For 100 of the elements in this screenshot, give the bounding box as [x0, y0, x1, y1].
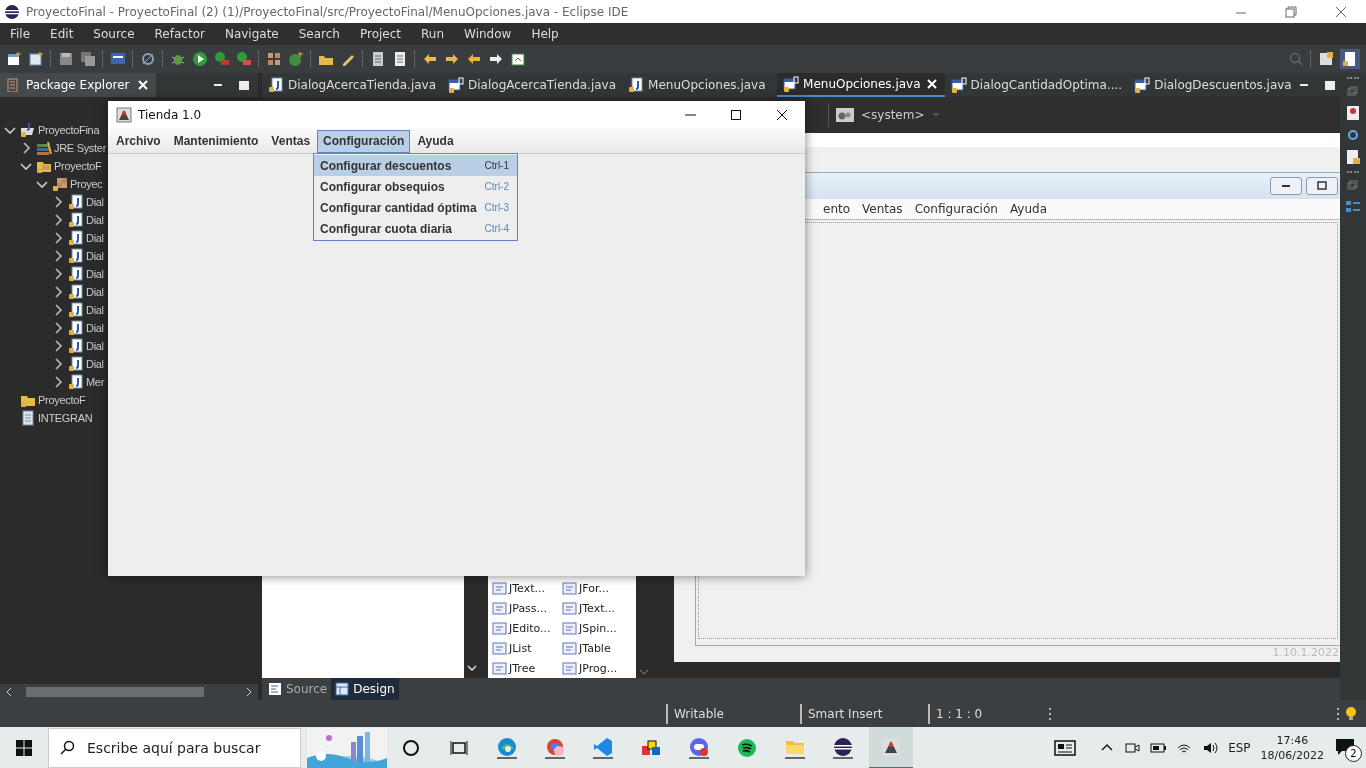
menu-item[interactable]: Archivo	[110, 129, 167, 153]
forward-edit-icon[interactable]	[444, 51, 460, 67]
palette-item[interactable]: JTree	[492, 658, 558, 678]
menu-option[interactable]: Configurar cantidad óptima Ctrl-3	[314, 197, 517, 218]
language-indicator[interactable]: ESP	[1228, 740, 1251, 755]
menu-item[interactable]: Refactor	[146, 27, 213, 41]
editor-tab[interactable]: DialogAcercaTienda.java	[262, 73, 443, 97]
palette-item[interactable]: JPass...	[492, 598, 558, 618]
tree-item[interactable]: Dial	[86, 214, 104, 226]
menu-item[interactable]: Ventas	[862, 202, 903, 216]
editor-tab[interactable]: MenuOpciones.java	[777, 73, 945, 97]
palette-item[interactable]: JTable	[562, 638, 628, 658]
restore-icon[interactable]	[1284, 4, 1298, 19]
terminal-icon[interactable]	[110, 51, 126, 67]
browser-profile-icon[interactable]	[545, 736, 565, 757]
list-icon[interactable]	[392, 51, 408, 67]
menu-item[interactable]: Run	[413, 27, 453, 41]
perspective-icon[interactable]	[1318, 51, 1334, 67]
view-tab[interactable]: Package Explorer	[0, 73, 156, 97]
menu-item[interactable]: Search	[290, 27, 348, 41]
horizontal-scrollbar[interactable]	[674, 662, 1340, 678]
bookmark-icon[interactable]	[1345, 105, 1361, 121]
menu-item[interactable]: Navigate	[216, 27, 287, 41]
close-icon[interactable]	[776, 109, 788, 121]
menu-item[interactable]: Ayuda	[411, 129, 460, 153]
document-icon[interactable]	[370, 51, 386, 67]
scroll-down-icon[interactable]	[466, 662, 478, 674]
editor-tab[interactable]: DialogDescuentos.java	[1128, 73, 1298, 97]
at-sign-icon[interactable]	[1345, 127, 1361, 143]
menu-item[interactable]: Source	[85, 27, 143, 41]
minimize-button[interactable]	[1270, 177, 1302, 195]
more-icon[interactable]	[1048, 705, 1052, 722]
menu-item[interactable]: Edit	[42, 27, 82, 41]
tree-item[interactable]: Proyec	[70, 178, 103, 190]
view-tab[interactable]: Design	[331, 678, 399, 700]
palette-item[interactable]: JList	[492, 638, 558, 658]
tree-item[interactable]: ProyectoF	[54, 160, 102, 172]
music-icon[interactable]	[737, 737, 757, 758]
windows-logo-icon[interactable]	[16, 739, 32, 756]
menu-item[interactable]: Ventas	[265, 129, 317, 153]
editor-tab[interactable]: DialogCantidadOptima....	[944, 73, 1129, 97]
palette-item[interactable]: JEdito...	[492, 618, 558, 638]
menu-option[interactable]: Configurar descuentos Ctrl-1	[314, 155, 517, 176]
close-icon[interactable]	[924, 77, 939, 91]
save-icon[interactable]	[58, 51, 74, 67]
tree-item[interactable]: Dial	[86, 340, 104, 352]
run-tool-icon[interactable]	[236, 51, 252, 67]
look-and-feel-dropdown[interactable]: <system>	[828, 103, 947, 127]
lightbulb-icon[interactable]	[1344, 705, 1358, 722]
run-config-icon[interactable]	[214, 51, 230, 67]
save-all-icon[interactable]	[80, 51, 96, 67]
java-perspective-icon[interactable]	[1340, 49, 1360, 69]
shapes-icon[interactable]	[641, 737, 661, 758]
menu-item[interactable]: ento	[823, 202, 851, 216]
tree-item[interactable]: ProyectoF	[38, 394, 86, 406]
new-class-icon[interactable]	[288, 51, 304, 67]
maximize-icon[interactable]	[1323, 79, 1336, 91]
outline-icon[interactable]	[1345, 199, 1361, 215]
clock[interactable]: 17:46 18/06/2022	[1260, 733, 1324, 762]
new-file-icon[interactable]	[6, 51, 22, 67]
tree-item[interactable]: Dial	[86, 232, 104, 244]
scroll-left-icon[interactable]	[4, 686, 14, 698]
maximize-button[interactable]	[1306, 177, 1338, 195]
more-icon[interactable]	[1336, 705, 1340, 722]
document-icon[interactable]	[1345, 149, 1361, 165]
palette-item[interactable]: JText...	[562, 598, 628, 618]
forward-arrow-icon[interactable]	[488, 51, 504, 67]
tree-item[interactable]: Mer	[86, 376, 105, 388]
menu-item[interactable]: Ayuda	[1009, 202, 1047, 216]
editor-tab[interactable]: MenuOpciones.java	[622, 73, 778, 97]
menu-item[interactable]: Project	[351, 27, 410, 41]
code-editor-icon[interactable]	[593, 736, 613, 757]
chat-icon[interactable]	[689, 736, 709, 757]
news-icon[interactable]	[1054, 737, 1077, 758]
menu-item[interactable]: Help	[523, 27, 567, 41]
palette-item[interactable]: JSpin...	[562, 618, 628, 638]
circle-icon[interactable]	[401, 737, 421, 758]
tree-item[interactable]: Dial	[86, 268, 104, 280]
palette-item[interactable]: JText...	[492, 578, 558, 598]
search-field[interactable]: Escribe aquí para buscar	[48, 727, 301, 768]
editor-tab[interactable]: DialogAcercaTienda.java	[442, 73, 623, 97]
palette-item[interactable]: JProg...	[562, 658, 628, 678]
close-icon[interactable]	[135, 78, 150, 92]
sphere-icon[interactable]	[833, 736, 853, 757]
scrollbar-thumb[interactable]	[26, 687, 204, 697]
maximize-icon[interactable]	[730, 109, 742, 121]
tree-item[interactable]: Dial	[86, 322, 104, 334]
tree-item[interactable]: INTEGRAN	[38, 412, 93, 424]
view-tab[interactable]: Source	[264, 678, 332, 700]
tree-item[interactable]: Dial	[86, 286, 104, 298]
tree-item[interactable]: JRE Syster	[54, 142, 106, 154]
run-icon[interactable]	[192, 51, 208, 67]
menu-item[interactable]: Configuración	[317, 129, 411, 153]
menu-option[interactable]: Configurar cuota diaria Ctrl-4	[314, 218, 517, 239]
menu-item[interactable]: Window	[456, 27, 520, 41]
tree-item[interactable]: Dial	[86, 250, 104, 262]
palette-item[interactable]: JFor...	[562, 578, 628, 598]
package-icon[interactable]	[266, 51, 282, 67]
maximize-icon[interactable]	[238, 79, 250, 91]
menu-item[interactable]: File	[2, 27, 39, 41]
